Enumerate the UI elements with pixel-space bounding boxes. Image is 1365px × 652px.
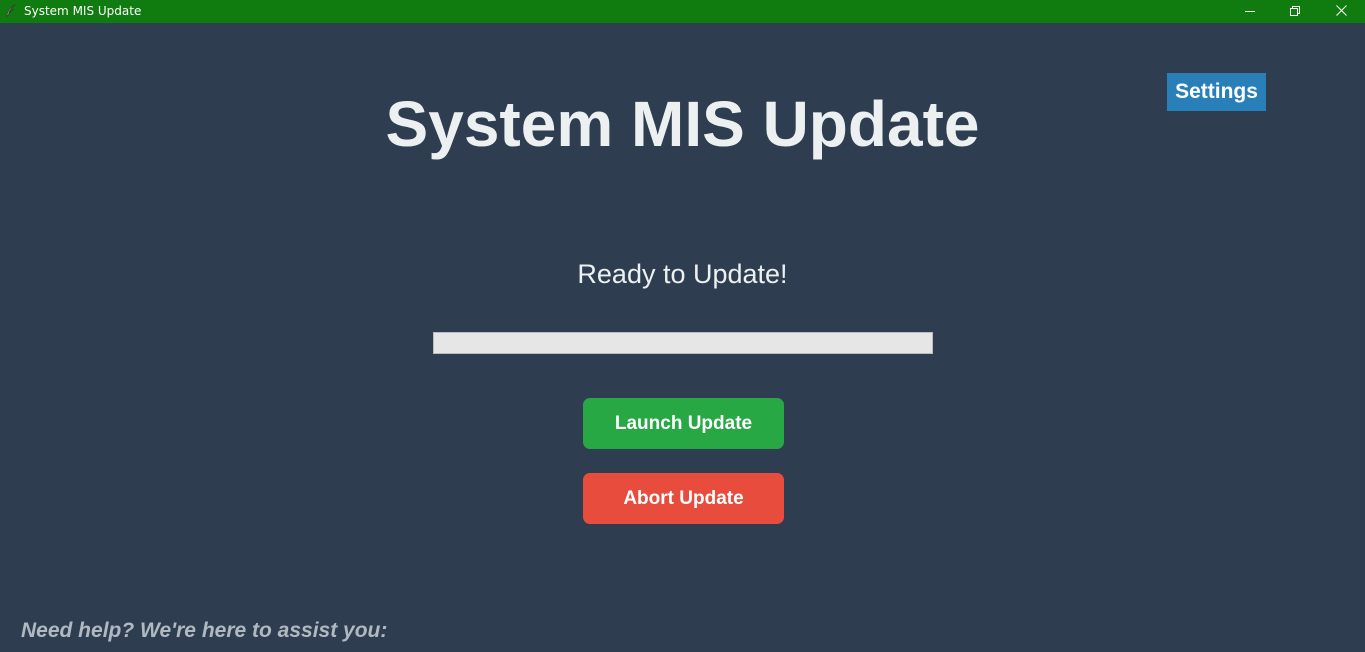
restore-icon: [1290, 3, 1300, 21]
title-bar[interactable]: System MIS Update: [0, 0, 1365, 23]
minimize-button[interactable]: [1227, 0, 1273, 23]
status-text: Ready to Update!: [577, 259, 788, 289]
abort-update-button[interactable]: Abort Update: [583, 473, 784, 524]
help-text: Need help? We're here to assist you:: [21, 619, 388, 642]
progress-bar: [433, 332, 933, 354]
feather-icon: [5, 4, 17, 18]
close-icon: [1335, 3, 1347, 21]
launch-update-button[interactable]: Launch Update: [583, 398, 784, 449]
settings-button[interactable]: Settings: [1167, 73, 1266, 111]
page-title: System MIS Update: [385, 88, 980, 160]
close-button[interactable]: [1318, 0, 1364, 23]
window-title: System MIS Update: [24, 4, 142, 18]
restore-button[interactable]: [1272, 0, 1318, 23]
minimize-icon: [1245, 3, 1255, 21]
